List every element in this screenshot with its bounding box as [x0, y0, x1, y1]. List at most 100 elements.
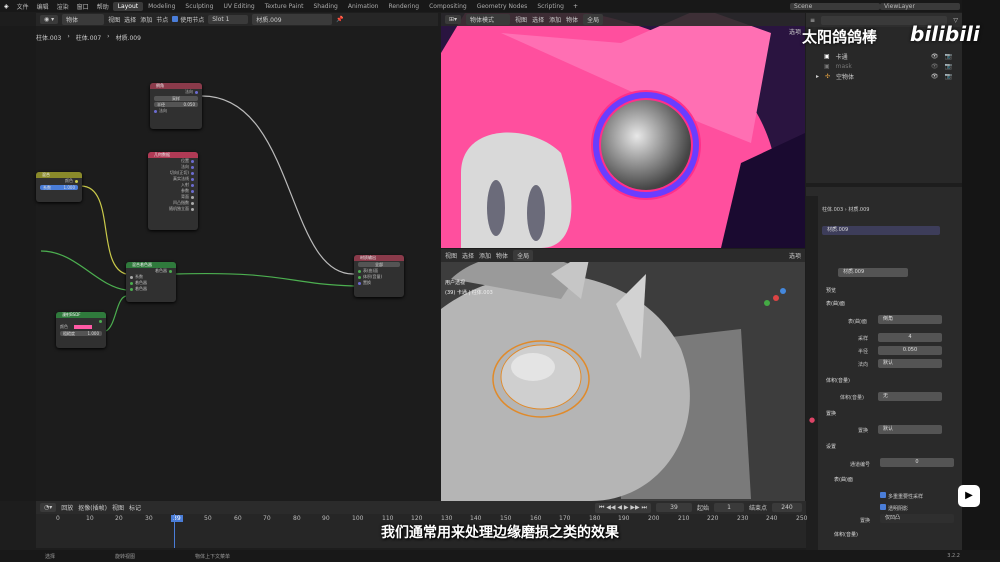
menu-view[interactable]: 视图	[445, 251, 457, 260]
options-label[interactable]: 选项	[789, 27, 801, 36]
socket-icon[interactable]	[191, 165, 194, 169]
socket-icon[interactable]	[130, 281, 133, 285]
socket-icon[interactable]	[358, 281, 361, 285]
displacement-section[interactable]: 置换	[818, 409, 960, 419]
menu-select[interactable]: 选择	[124, 15, 136, 24]
menu-edit[interactable]: 编辑	[33, 2, 53, 11]
outliner-item[interactable]: ▣ mask 👁 📷	[806, 61, 962, 71]
menu-marker[interactable]: 标记	[129, 503, 141, 512]
transform-orientation-select[interactable]: 全局	[513, 250, 534, 261]
node-mix-shader[interactable]: 混合着色器 着色器 系数 着色器 着色器	[126, 262, 176, 302]
menu-object[interactable]: 物体	[496, 251, 508, 260]
socket-icon[interactable]	[154, 109, 157, 113]
surface-section[interactable]: 表(曲)面	[818, 299, 960, 309]
view-layer-selector[interactable]: ViewLayer	[880, 2, 960, 10]
options-label[interactable]: 选项	[789, 251, 801, 260]
socket-icon[interactable]	[99, 319, 102, 323]
tab-geometry-nodes[interactable]: Geometry Nodes	[472, 2, 533, 11]
menu-window[interactable]: 窗口	[73, 2, 93, 11]
outliner-item[interactable]: ▸ ✣ 空物体 👁 📷	[806, 71, 962, 81]
start-frame-field[interactable]: 1	[713, 503, 744, 512]
render-viewport[interactable]	[441, 13, 805, 248]
use-nodes-checkbox[interactable]: 使用节点	[172, 15, 204, 24]
transparent-shadow-checkbox[interactable]: 透明阴影	[880, 504, 908, 512]
socket-icon[interactable]	[191, 189, 194, 193]
node-color-mix[interactable]: 混合 颜色 系数 1.000	[36, 172, 82, 202]
current-frame-field[interactable]: 39	[655, 503, 692, 512]
breadcrumb-item[interactable]: 材质.009	[116, 33, 141, 43]
menu-add[interactable]: 添加	[479, 251, 491, 260]
menu-node[interactable]: 节点	[156, 15, 168, 24]
tab-sculpting[interactable]: Sculpting	[180, 2, 218, 11]
eye-icon[interactable]: 👁	[931, 53, 939, 60]
slot-select[interactable]: Slot 1	[208, 15, 249, 24]
settings-section[interactable]: 设置	[818, 442, 960, 452]
radius-field[interactable]: 0.050	[878, 346, 942, 355]
normal-field[interactable]: 默认	[878, 359, 942, 368]
mis-checkbox[interactable]: 多重重要性采样	[880, 492, 923, 500]
socket-icon[interactable]	[191, 159, 194, 163]
tab-scripting[interactable]: Scripting	[532, 2, 569, 11]
node-color-mix-factor-field[interactable]: 系数 1.000	[40, 185, 78, 190]
timeline-type-button[interactable]: ◔▾	[40, 503, 57, 512]
surface-shader-field[interactable]: 倒角	[878, 315, 942, 324]
node-editor[interactable]: 倒角 法向 采样 半径 0.050 法向 几何数据 位置 法向 切向(正切) 真实…	[36, 26, 440, 501]
tab-texture-paint[interactable]: Texture Paint	[260, 2, 309, 11]
viewport-type-button[interactable]: ⊞▾	[445, 15, 462, 24]
menu-select[interactable]: 选择	[532, 15, 544, 24]
socket-icon[interactable]	[130, 287, 133, 291]
node-geometry[interactable]: 几何数据 位置 法向 切向(正切) 真实法线 入射 参数 背面 凹凸指数 随机独…	[148, 152, 198, 230]
node-output-target-select[interactable]: 全部	[358, 262, 400, 267]
socket-icon[interactable]	[191, 177, 194, 181]
end-frame-field[interactable]: 240	[772, 503, 802, 512]
socket-icon[interactable]	[191, 207, 194, 211]
node-diffuse-roughness-field[interactable]: 粗糙度 1.000	[60, 331, 102, 336]
breadcrumb-item[interactable]: 柱体.003	[36, 33, 61, 43]
menu-view[interactable]: 视图	[112, 503, 124, 512]
eye-icon[interactable]: 👁	[931, 63, 939, 70]
material-name-field[interactable]: 材质.009	[838, 268, 908, 277]
displacement-field[interactable]: 默认	[878, 425, 942, 434]
socket-icon[interactable]	[191, 195, 194, 199]
volume-field[interactable]: 无	[878, 392, 942, 401]
preview-section[interactable]: 预览	[818, 286, 960, 296]
socket-icon[interactable]	[191, 201, 194, 205]
menu-add[interactable]: 添加	[140, 15, 152, 24]
menu-keying[interactable]: 抠像(插帧)	[78, 503, 107, 512]
menu-select[interactable]: 选择	[462, 251, 474, 260]
node-diffuse[interactable]: 漫射BSDF 颜色 粗糙度 1.000	[56, 312, 106, 348]
tab-compositing[interactable]: Compositing	[424, 2, 472, 11]
surface-settings-subsection[interactable]: 表(曲)面	[826, 475, 968, 485]
tab-rendering[interactable]: Rendering	[383, 2, 424, 11]
menu-render[interactable]: 渲染	[53, 2, 73, 11]
outliner-item[interactable]: ▣ 卡通 👁 📷	[806, 51, 962, 61]
socket-icon[interactable]	[358, 269, 361, 273]
camera-icon[interactable]: 📷	[945, 53, 952, 60]
blender-logo-icon[interactable]: ◈	[0, 3, 13, 10]
material-tab-icon[interactable]: ●	[806, 416, 818, 424]
navigation-gizmo[interactable]	[761, 283, 791, 313]
material-select[interactable]: 材质.009	[252, 14, 333, 25]
socket-icon[interactable]	[169, 269, 172, 273]
playback-controls[interactable]: ⏮ ◀◀ ◀ ▶ ▶▶ ⏭	[594, 502, 651, 513]
socket-icon[interactable]	[191, 183, 194, 187]
node-bevel-radius-field[interactable]: 半径 0.050	[154, 102, 198, 107]
breadcrumb-item[interactable]: 柱体.007	[76, 33, 101, 43]
node-bevel[interactable]: 倒角 法向 采样 半径 0.050 法向	[150, 83, 202, 129]
samples-field[interactable]: 4	[878, 333, 942, 342]
socket-icon[interactable]	[358, 275, 361, 279]
menu-object[interactable]: 物体	[566, 15, 578, 24]
menu-add[interactable]: 添加	[549, 15, 561, 24]
volume-section[interactable]: 体积(音量)	[818, 376, 960, 386]
eye-icon[interactable]: 👁	[931, 73, 939, 80]
tab-shading[interactable]: Shading	[308, 2, 342, 11]
pass-index-field[interactable]: 0	[880, 458, 954, 467]
tab-modeling[interactable]: Modeling	[143, 2, 180, 11]
expand-arrow-icon[interactable]: ▸	[816, 73, 819, 80]
pin-icon[interactable]: 📌	[336, 16, 343, 23]
solid-viewport[interactable]: 用户透视 (39) 卡通 | 柱体.003	[441, 249, 805, 501]
tab-uv-editing[interactable]: UV Editing	[218, 2, 259, 11]
node-material-output[interactable]: 材质输出 全部 表(曲)面 体积(音量) 置换	[354, 255, 404, 297]
camera-icon[interactable]: 📷	[945, 63, 952, 70]
camera-icon[interactable]: 📷	[945, 73, 952, 80]
